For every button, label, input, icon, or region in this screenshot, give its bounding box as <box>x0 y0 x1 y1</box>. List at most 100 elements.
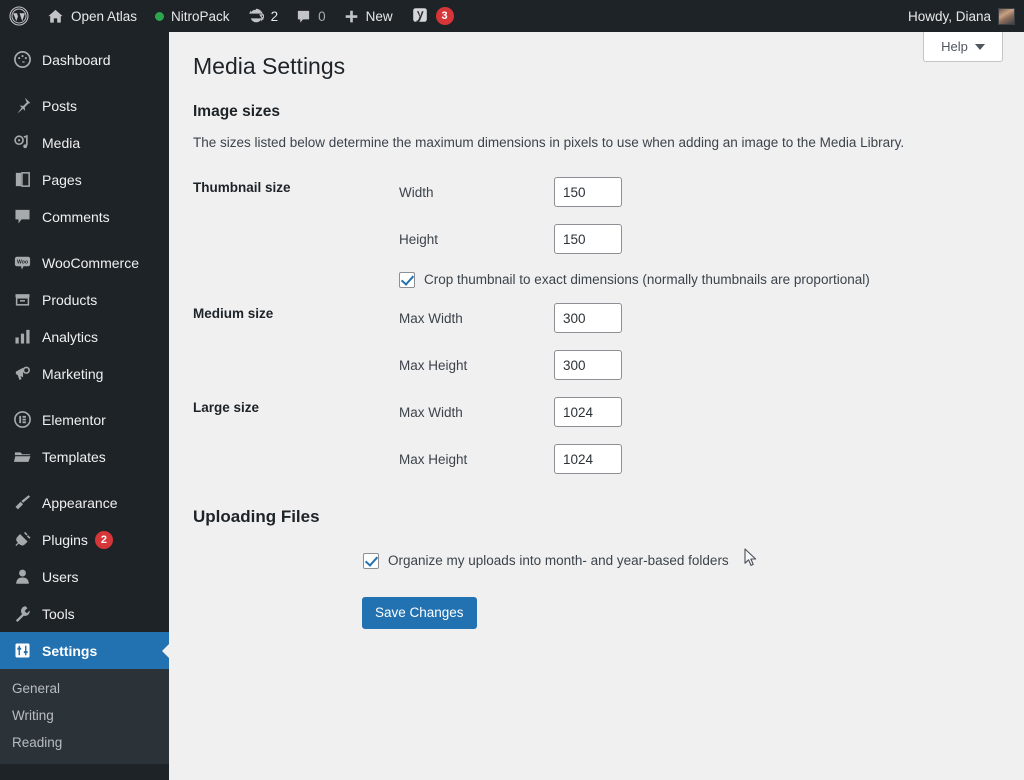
field-row-max-height: Max Height <box>399 436 983 483</box>
sidebar-item-woocommerce[interactable]: Woo WooCommerce <box>0 244 169 281</box>
woocommerce-icon: Woo <box>12 253 32 273</box>
field-row-height: Height <box>399 216 983 263</box>
nitropack-menu[interactable]: NitroPack <box>146 0 239 32</box>
max-height-input[interactable] <box>554 444 622 475</box>
user-icon <box>12 567 32 587</box>
field-label: Max Height <box>399 451 468 467</box>
pages-icon <box>12 170 32 190</box>
crop-thumbnail-label: Crop thumbnail to exact dimensions (norm… <box>424 272 870 288</box>
site-name-label: Open Atlas <box>71 8 138 24</box>
height-input[interactable] <box>554 224 622 255</box>
bar-chart-icon <box>12 327 32 347</box>
sidebar-item-tools[interactable]: Tools <box>0 595 169 632</box>
comments-menu[interactable]: 0 <box>287 0 335 32</box>
settings-row-fields: Max Width Max Height <box>399 295 983 389</box>
settings-row-title: Thumbnail size <box>193 179 291 195</box>
sidebar-item-settings[interactable]: Settings <box>0 632 170 669</box>
site-name-menu[interactable]: Open Atlas <box>38 0 146 32</box>
yoast-seo-icon <box>412 8 427 23</box>
updates-count: 2 <box>270 8 279 24</box>
settings-row: Thumbnail size Width Height Crop thumbna… <box>193 169 983 295</box>
uploading-files-heading: Uploading Files <box>193 506 320 526</box>
admin-bar: Open Atlas NitroPack 2 0 New 3 Howdy, Di… <box>0 0 1024 32</box>
organize-uploads-row: Organize my uploads into month- and year… <box>363 552 1024 569</box>
sidebar-item-plugins[interactable]: Plugins 2 <box>0 521 169 558</box>
sidebar-top-gap <box>0 32 169 41</box>
updates-menu[interactable]: 2 <box>239 0 288 32</box>
submenu-item-writing[interactable]: Writing <box>0 702 169 729</box>
sidebar-item-label: Tools <box>42 605 75 622</box>
width-input[interactable] <box>554 177 622 208</box>
chevron-down-icon <box>974 43 985 50</box>
pin-icon <box>12 96 32 116</box>
plug-icon <box>12 530 32 550</box>
organize-uploads-label: Organize my uploads into month- and year… <box>388 553 729 569</box>
my-account-menu[interactable]: Howdy, Diana <box>899 0 1024 32</box>
user-avatar-icon <box>998 7 1015 25</box>
submenu-item-general[interactable]: General <box>0 675 169 702</box>
wrench-icon <box>12 604 32 624</box>
howdy-label: Howdy, Diana <box>907 8 991 24</box>
wp-logo-menu[interactable] <box>0 0 38 32</box>
field-row-width: Width <box>399 169 983 216</box>
green-status-dot-icon <box>155 11 165 21</box>
sidebar-item-label: Media <box>42 134 81 151</box>
sidebar-item-analytics[interactable]: Analytics <box>0 318 169 355</box>
max-width-input[interactable] <box>554 397 622 428</box>
sidebar-item-label: Marketing <box>42 365 104 382</box>
sidebar-item-dashboard[interactable]: Dashboard <box>0 41 169 78</box>
new-content-menu[interactable]: New <box>335 0 402 32</box>
save-changes-button[interactable]: Save Changes <box>362 596 477 629</box>
field-row-max-width: Max Width <box>399 389 983 436</box>
folder-icon <box>12 447 32 467</box>
sidebar-item-elementor[interactable]: Elementor <box>0 401 169 438</box>
organize-uploads-checkbox[interactable] <box>363 552 379 569</box>
crop-thumbnail-row: Crop thumbnail to exact dimensions (norm… <box>399 265 983 295</box>
settings-row: Large size Max Width Max Height <box>193 389 983 483</box>
sidebar-item-label: Elementor <box>42 411 106 428</box>
yoast-badge: 3 <box>435 7 454 25</box>
sidebar-item-label: Plugins <box>42 531 88 548</box>
sidebar-item-comments[interactable]: Comments <box>0 198 169 235</box>
yoast-seo-menu[interactable]: 3 <box>402 0 463 32</box>
field-label: Width <box>399 184 434 200</box>
help-button[interactable]: Help <box>923 32 1003 62</box>
max-width-input[interactable] <box>554 303 622 334</box>
settings-submenu: General Writing Reading <box>0 669 169 764</box>
sidebar-item-label: Appearance <box>42 494 118 511</box>
sidebar-item-templates[interactable]: Templates <box>0 438 169 475</box>
field-label: Max Width <box>399 404 463 420</box>
sidebar-item-marketing[interactable]: Marketing <box>0 355 169 392</box>
sidebar-item-users[interactable]: Users <box>0 558 169 595</box>
settings-row: Medium size Max Width Max Height <box>193 295 983 389</box>
sidebar-item-label: Users <box>42 568 79 585</box>
sidebar-item-appearance[interactable]: Appearance <box>0 484 169 521</box>
sidebar-item-label: Templates <box>42 448 106 465</box>
settings-row-title: Medium size <box>193 305 274 321</box>
sidebar-item-posts[interactable]: Posts <box>0 87 169 124</box>
home-icon <box>48 9 63 23</box>
max-height-input[interactable] <box>554 350 622 381</box>
sidebar-item-products[interactable]: Products <box>0 281 169 318</box>
paintbrush-icon <box>12 493 32 513</box>
sidebar-group-separator <box>0 235 169 244</box>
crop-thumbnail-checkbox[interactable] <box>399 271 415 288</box>
field-label: Max Height <box>399 357 468 373</box>
admin-sidebar: Dashboard Posts Media Pages Comments Woo WooCo… <box>0 32 170 780</box>
comments-count: 0 <box>318 8 326 24</box>
updates-icon <box>248 8 264 23</box>
field-label: Max Width <box>399 310 463 326</box>
products-box-icon <box>12 290 32 310</box>
svg-text:Woo: Woo <box>16 260 27 266</box>
comment-bubble-icon <box>297 10 310 23</box>
submenu-item-reading[interactable]: Reading <box>0 729 169 756</box>
image-sizes-description: The sizes listed below determine the max… <box>193 134 905 150</box>
sidebar-item-label: Pages <box>42 171 82 188</box>
nitropack-label: NitroPack <box>171 8 230 24</box>
new-label: New <box>365 8 393 24</box>
sidebar-item-media[interactable]: Media <box>0 124 169 161</box>
field-label: Height <box>399 231 439 247</box>
sidebar-group-separator <box>0 475 169 484</box>
sidebar-group-separator <box>0 392 169 401</box>
sidebar-item-pages[interactable]: Pages <box>0 161 169 198</box>
